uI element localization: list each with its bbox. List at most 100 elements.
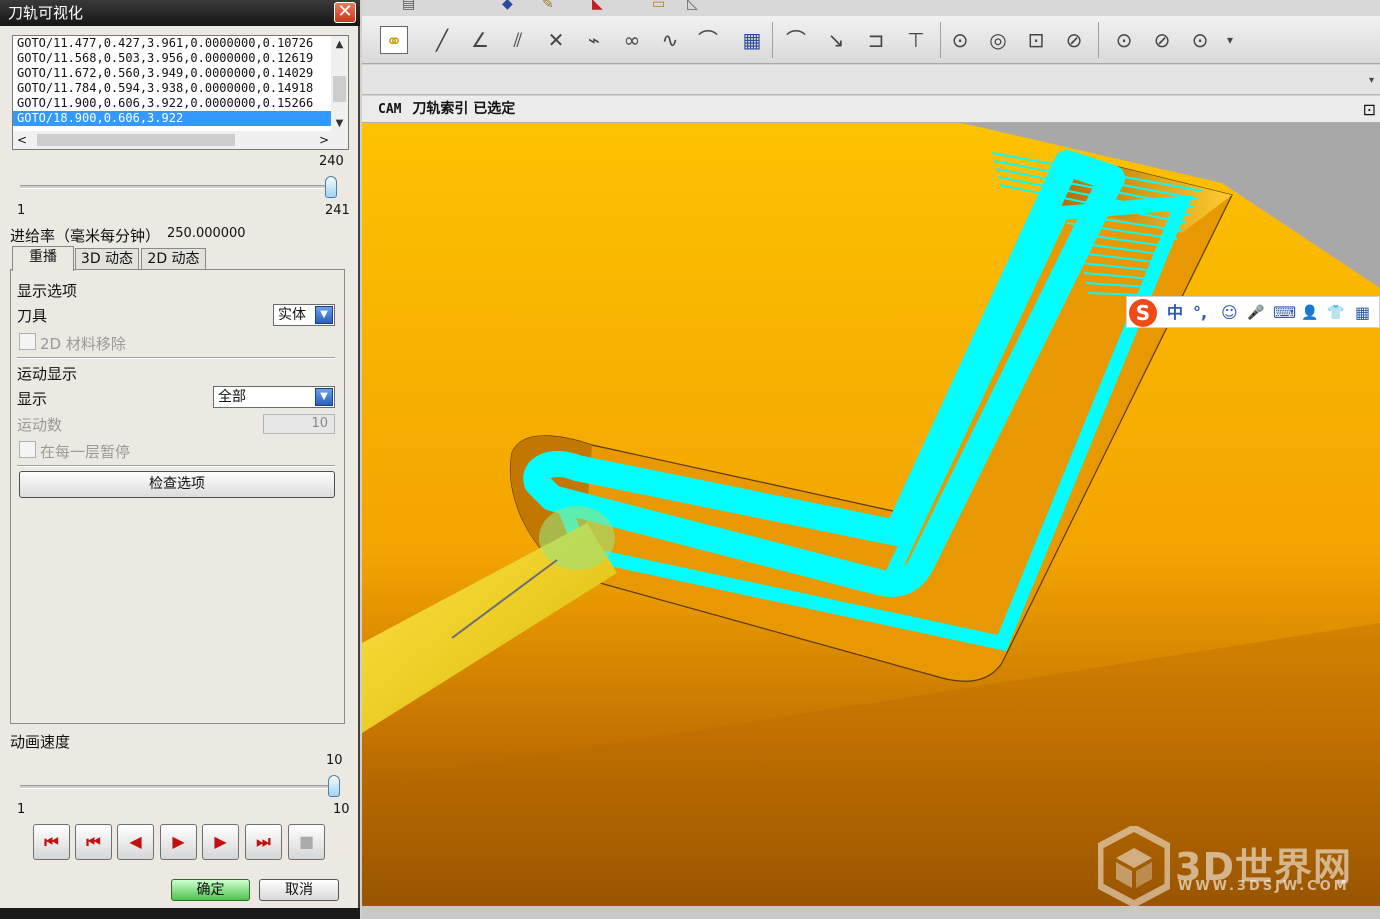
3d-graphics-viewport[interactable]	[362, 123, 1380, 906]
status-prefix: CAM	[378, 102, 402, 117]
ime-microphone-icon[interactable]: 🎤	[1247, 302, 1264, 324]
parallel-lines-icon[interactable]: ⫽	[504, 26, 532, 54]
line-icon[interactable]: ╱	[428, 26, 456, 54]
ime-chinese-mode[interactable]: 中	[1167, 302, 1183, 324]
ime-grid-icon[interactable]: ▦	[1355, 302, 1370, 324]
display-label: 显示	[17, 390, 48, 408]
horizontal-scrollbar[interactable]: < >	[13, 131, 348, 149]
circle-point-icon[interactable]: ◎	[984, 26, 1012, 54]
ime-emoji-icon[interactable]: ☺	[1221, 302, 1238, 324]
step-back-icon: ◀	[129, 832, 142, 851]
step-back-button[interactable]: ◀	[117, 824, 154, 860]
motion-count-field[interactable]: 10	[263, 414, 335, 434]
toolbar-icon[interactable]: ✎	[542, 0, 554, 12]
tab-2d-dynamic[interactable]: 2D 动态	[141, 248, 206, 270]
replay-tab-panel: 显示选项 刀具 实体 ▼ 2D 材料移除 运动显示 显示 全部 ▼ 运动数 10…	[10, 269, 345, 724]
spline-icon[interactable]: ∿	[656, 26, 684, 54]
link-icon[interactable]: ⚭	[380, 26, 408, 54]
scroll-thumb[interactable]	[37, 134, 235, 146]
scroll-thumb[interactable]	[333, 76, 346, 102]
cancel-button[interactable]: 取消	[259, 879, 339, 901]
slider-max-label: 241	[325, 203, 350, 218]
material-removal-checkbox[interactable]	[19, 333, 36, 350]
angle-line-icon[interactable]: ∠	[466, 26, 494, 54]
tool-display-select[interactable]: 实体 ▼	[273, 304, 335, 326]
tab-3d-dynamic[interactable]: 3D 动态	[75, 248, 139, 270]
circle-dot-icon[interactable]: ⊙	[1186, 26, 1214, 54]
circle-arrow-icon[interactable]: ⊘	[1060, 26, 1088, 54]
arc-icon[interactable]: ⌒	[782, 26, 810, 54]
position-slider-thumb[interactable]	[324, 176, 337, 198]
speed-current-value: 10	[326, 753, 343, 768]
feed-rate-label: 进给率（毫米每分钟）	[10, 227, 161, 245]
list-item[interactable]: GOTO/11.784,0.594,3.938,0.0000000,0.1491…	[13, 81, 331, 96]
sogou-logo-icon[interactable]: S	[1129, 299, 1157, 327]
arc-tangent-icon[interactable]: ↘	[822, 26, 850, 54]
vertical-scrollbar[interactable]: ▲ ▼	[331, 36, 348, 132]
skip-back-icon: ⏮	[86, 832, 101, 851]
toolpath-list[interactable]: GOTO/11.477,0.427,3.961,0.0000000,0.1072…	[12, 35, 349, 150]
ok-button[interactable]: 确定	[171, 879, 250, 901]
list-item-selected[interactable]: GOTO/18.900,0.606,3.922	[13, 111, 331, 126]
dialog-bottom-edge	[0, 908, 360, 919]
chevron-down-icon[interactable]: ▾	[1369, 75, 1374, 86]
divider	[17, 357, 335, 359]
toolbar-icon[interactable]: ◣	[592, 0, 603, 12]
skip-end-icon: ⏭	[256, 832, 271, 851]
tangent-line-icon[interactable]: ⌁	[580, 26, 608, 54]
list-item[interactable]: GOTO/11.568,0.503,3.956,0.0000000,0.1261…	[13, 51, 331, 66]
ime-skin-icon[interactable]: 👕	[1327, 302, 1344, 324]
toolbar-icon[interactable]: ▭	[652, 0, 665, 12]
tool-label: 刀具	[17, 307, 48, 325]
rewind-to-start-button[interactable]: ⏮	[33, 824, 70, 860]
maximize-icon[interactable]: ⊡	[1363, 96, 1376, 123]
speed-slider-track[interactable]	[20, 785, 334, 789]
fast-forward-button[interactable]: ⏭	[245, 824, 282, 860]
chevron-down-icon[interactable]: ▾	[1216, 26, 1244, 54]
tool-display-value: 实体	[278, 307, 306, 323]
motion-display-select[interactable]: 全部 ▼	[213, 386, 335, 408]
dialog-title: 刀轨可视化	[8, 4, 84, 22]
circle-icon[interactable]: ⊙	[946, 26, 974, 54]
ime-punctuation-icon[interactable]: °,	[1193, 302, 1207, 324]
circle-tangent-icon[interactable]: ∞	[618, 26, 646, 54]
ime-toolbar[interactable]: S 中 °, ☺ 🎤 ⌨ 👤 👕 ▦	[1126, 296, 1380, 328]
ime-keyboard-icon[interactable]: ⌨	[1273, 302, 1296, 324]
scroll-down-icon[interactable]: ▼	[331, 115, 348, 132]
chevron-down-icon[interactable]: ▼	[315, 388, 333, 406]
previous-operation-button[interactable]: ⏮	[75, 824, 112, 860]
slider-current-value: 240	[319, 154, 344, 169]
tab-replay[interactable]: 重播	[12, 246, 74, 271]
toolbar-icon[interactable]: ◺	[687, 0, 698, 12]
play-button[interactable]: ▶	[160, 824, 197, 860]
scroll-left-icon[interactable]: <	[13, 131, 31, 149]
circle-radius-icon[interactable]: ⊘	[1148, 26, 1176, 54]
toolbar-icon[interactable]: ▤	[402, 0, 415, 12]
main-toolbar: ⚭ ╱ ∠ ⫽ ✕ ⌁ ∞ ∿ ⌒ ▦ ⌒ ↘ ⊐ ⊤ ⊙ ◎ ⊡ ⊘ ⊙ ⊘ …	[362, 16, 1380, 64]
position-slider-track[interactable]	[20, 185, 332, 189]
list-item[interactable]: GOTO/11.900,0.606,3.922,0.0000000,0.1526…	[13, 96, 331, 111]
circle-center-icon[interactable]: ⊙	[1110, 26, 1138, 54]
list-item[interactable]: GOTO/11.477,0.427,3.961,0.0000000,0.1072…	[13, 36, 331, 51]
chevron-down-icon[interactable]: ▼	[315, 306, 333, 324]
stop-button[interactable]: ■	[288, 824, 325, 860]
animation-speed-label: 动画速度	[10, 733, 71, 751]
step-forward-button[interactable]: ▶	[202, 824, 239, 860]
speed-slider-thumb[interactable]	[328, 775, 340, 797]
check-options-button[interactable]: 检查选项	[19, 471, 335, 498]
motion-count-label: 运动数	[17, 416, 63, 434]
grid-icon[interactable]: ▦	[738, 26, 766, 54]
status-text: 刀轨索引 已选定	[412, 101, 516, 117]
curve-icon[interactable]: ⌒	[694, 26, 722, 54]
circle-square-icon[interactable]: ⊡	[1022, 26, 1050, 54]
cross-line-icon[interactable]: ✕	[542, 26, 570, 54]
ime-user-icon[interactable]: 👤	[1301, 302, 1318, 324]
scroll-right-icon[interactable]: >	[315, 131, 333, 149]
bracket-icon[interactable]: ⊐	[862, 26, 890, 54]
close-button[interactable]: ✕	[334, 2, 356, 23]
scroll-up-icon[interactable]: ▲	[331, 36, 348, 53]
bracket-arrow-icon[interactable]: ⊤	[902, 26, 930, 54]
pause-each-layer-checkbox[interactable]	[19, 441, 36, 458]
toolbar-icon[interactable]: ◆	[502, 0, 513, 12]
list-item[interactable]: GOTO/11.672,0.560,3.949,0.0000000,0.1402…	[13, 66, 331, 81]
